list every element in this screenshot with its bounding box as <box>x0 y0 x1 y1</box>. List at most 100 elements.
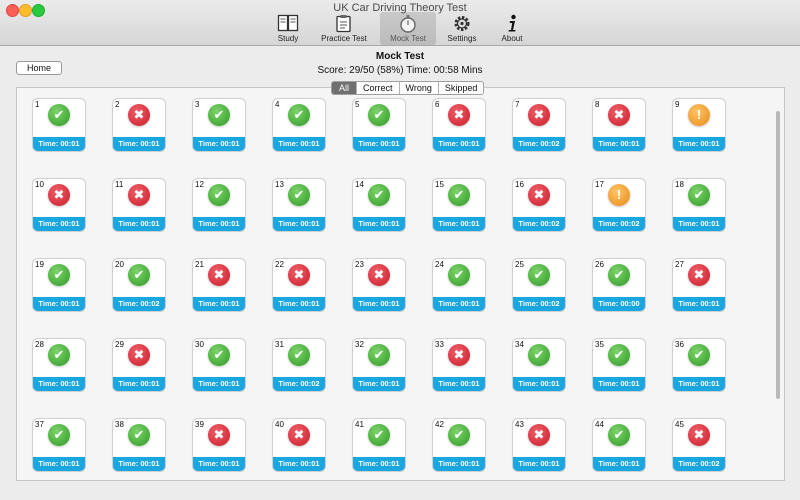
question-cell[interactable]: 9! Time: 00:01 <box>672 98 726 152</box>
correct-icon: ✔ <box>608 264 630 286</box>
question-cell[interactable]: 44 ✔ Time: 00:01 <box>592 418 646 472</box>
question-time: Time: 00:01 <box>193 457 245 471</box>
wrong-icon: ✖ <box>368 264 390 286</box>
question-number: 43 <box>515 420 524 429</box>
question-cell[interactable]: 35 ✔ Time: 00:01 <box>592 338 646 392</box>
toolbar-about[interactable]: About <box>484 14 540 43</box>
question-number: 22 <box>275 260 284 269</box>
question-number: 33 <box>435 340 444 349</box>
filter-skipped[interactable]: Skipped <box>437 82 484 94</box>
question-cell[interactable]: 41 ✔ Time: 00:01 <box>352 418 406 472</box>
question-cell[interactable]: 17! Time: 00:02 <box>592 178 646 232</box>
question-number: 36 <box>675 340 684 349</box>
book-icon <box>277 14 299 32</box>
question-cell[interactable]: 18 ✔ Time: 00:01 <box>672 178 726 232</box>
wrong-icon: ✖ <box>688 424 710 446</box>
question-cell[interactable]: 38 ✔ Time: 00:01 <box>112 418 166 472</box>
correct-icon: ✔ <box>688 344 710 366</box>
question-time: Time: 00:01 <box>353 457 405 471</box>
question-number: 17 <box>595 180 604 189</box>
correct-icon: ✔ <box>368 184 390 206</box>
question-number: 12 <box>195 180 204 189</box>
question-time: Time: 00:01 <box>593 137 645 151</box>
question-cell[interactable]: 2 ✖ Time: 00:01 <box>112 98 166 152</box>
question-cell[interactable]: 6 ✖ Time: 00:01 <box>432 98 486 152</box>
question-cell[interactable]: 31 ✔ Time: 00:02 <box>272 338 326 392</box>
question-cell[interactable]: 25 ✔ Time: 00:02 <box>512 258 566 312</box>
question-time: Time: 00:01 <box>113 217 165 231</box>
question-time: Time: 00:02 <box>513 217 565 231</box>
question-cell[interactable]: 10 ✖ Time: 00:01 <box>32 178 86 232</box>
question-number: 37 <box>35 420 44 429</box>
question-time: Time: 00:02 <box>513 137 565 151</box>
question-cell[interactable]: 5 ✔ Time: 00:01 <box>352 98 406 152</box>
filter-wrong[interactable]: Wrong <box>398 82 438 94</box>
question-cell[interactable]: 42 ✔ Time: 00:01 <box>432 418 486 472</box>
question-cell[interactable]: 24 ✔ Time: 00:01 <box>432 258 486 312</box>
wrong-icon: ✖ <box>288 424 310 446</box>
question-number: 14 <box>355 180 364 189</box>
question-cell[interactable]: 45 ✖ Time: 00:02 <box>672 418 726 472</box>
question-cell[interactable]: 1 ✔ Time: 00:01 <box>32 98 86 152</box>
question-time: Time: 00:01 <box>593 457 645 471</box>
question-number: 45 <box>675 420 684 429</box>
toolbar-study[interactable]: Study <box>260 14 316 43</box>
wrong-icon: ✖ <box>48 184 70 206</box>
correct-icon: ✔ <box>288 184 310 206</box>
question-cell[interactable]: 11 ✖ Time: 00:01 <box>112 178 166 232</box>
correct-icon: ✔ <box>48 104 70 126</box>
correct-icon: ✔ <box>48 424 70 446</box>
question-time: Time: 00:01 <box>433 377 485 391</box>
question-cell[interactable]: 23 ✖ Time: 00:01 <box>352 258 406 312</box>
filter-all[interactable]: All <box>332 82 357 94</box>
question-time: Time: 00:01 <box>273 297 325 311</box>
question-cell[interactable]: 33 ✖ Time: 00:01 <box>432 338 486 392</box>
question-cell[interactable]: 13 ✔ Time: 00:01 <box>272 178 326 232</box>
question-time: Time: 00:01 <box>193 217 245 231</box>
question-cell[interactable]: 43 ✖ Time: 00:01 <box>512 418 566 472</box>
question-cell[interactable]: 32 ✔ Time: 00:01 <box>352 338 406 392</box>
question-time: Time: 00:02 <box>273 377 325 391</box>
question-cell[interactable]: 4 ✔ Time: 00:01 <box>272 98 326 152</box>
question-cell[interactable]: 27 ✖ Time: 00:01 <box>672 258 726 312</box>
question-cell[interactable]: 16 ✖ Time: 00:02 <box>512 178 566 232</box>
question-time: Time: 00:01 <box>273 457 325 471</box>
question-cell[interactable]: 22 ✖ Time: 00:01 <box>272 258 326 312</box>
question-cell[interactable]: 20 ✔ Time: 00:02 <box>112 258 166 312</box>
question-number: 38 <box>115 420 124 429</box>
toolbar-settings[interactable]: Settings <box>434 14 490 43</box>
question-cell[interactable]: 30 ✔ Time: 00:01 <box>192 338 246 392</box>
question-cell[interactable]: 19 ✔ Time: 00:01 <box>32 258 86 312</box>
question-cell[interactable]: 7 ✖ Time: 00:02 <box>512 98 566 152</box>
question-cell[interactable]: 36 ✔ Time: 00:01 <box>672 338 726 392</box>
question-number: 32 <box>355 340 364 349</box>
toolbar-mock-test[interactable]: Mock Test <box>380 12 436 45</box>
wrong-icon: ✖ <box>528 424 550 446</box>
question-number: 21 <box>195 260 204 269</box>
question-time: Time: 00:01 <box>33 217 85 231</box>
question-cell[interactable]: 26 ✔ Time: 00:00 <box>592 258 646 312</box>
wrong-icon: ✖ <box>688 264 710 286</box>
question-cell[interactable]: 34 ✔ Time: 00:01 <box>512 338 566 392</box>
question-cell[interactable]: 39 ✖ Time: 00:01 <box>192 418 246 472</box>
question-cell[interactable]: 3 ✔ Time: 00:01 <box>192 98 246 152</box>
question-cell[interactable]: 15 ✔ Time: 00:01 <box>432 178 486 232</box>
question-cell[interactable]: 28 ✔ Time: 00:01 <box>32 338 86 392</box>
vertical-scrollbar[interactable] <box>776 111 780 399</box>
question-number: 42 <box>435 420 444 429</box>
toolbar-practice-test[interactable]: Practice Test <box>316 14 372 43</box>
question-cell[interactable]: 14 ✔ Time: 00:01 <box>352 178 406 232</box>
question-number: 20 <box>115 260 124 269</box>
question-cell[interactable]: 40 ✖ Time: 00:01 <box>272 418 326 472</box>
question-cell[interactable]: 29 ✖ Time: 00:01 <box>112 338 166 392</box>
wrong-icon: ✖ <box>128 184 150 206</box>
question-cell[interactable]: 12 ✔ Time: 00:01 <box>192 178 246 232</box>
question-cell[interactable]: 21 ✖ Time: 00:01 <box>192 258 246 312</box>
question-number: 25 <box>515 260 524 269</box>
question-cell[interactable]: 8 ✖ Time: 00:01 <box>592 98 646 152</box>
filter-correct[interactable]: Correct <box>356 82 399 94</box>
question-time: Time: 00:01 <box>433 297 485 311</box>
question-number: 40 <box>275 420 284 429</box>
correct-icon: ✔ <box>288 104 310 126</box>
question-cell[interactable]: 37 ✔ Time: 00:01 <box>32 418 86 472</box>
